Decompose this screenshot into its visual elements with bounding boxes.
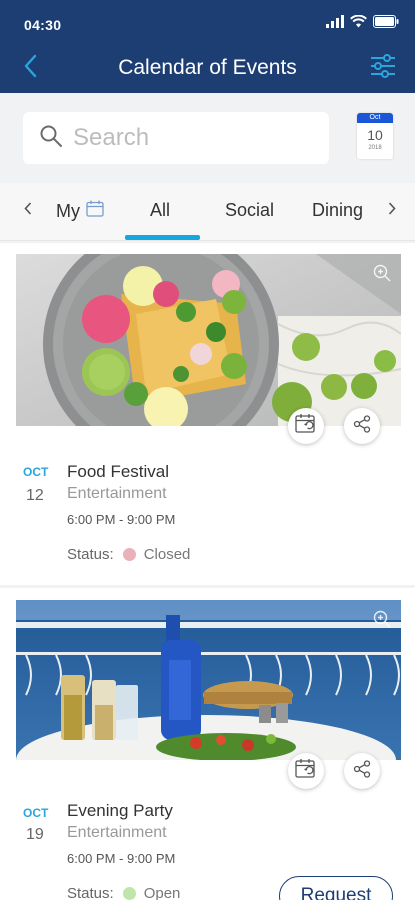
chevron-right-icon (388, 202, 396, 220)
zoom-icon[interactable] (373, 610, 391, 633)
page-title: Calendar of Events (118, 56, 297, 79)
battery-icon (373, 15, 399, 33)
calendar-icon (86, 200, 104, 222)
search-row: Search Oct 10 2018 (0, 93, 415, 183)
tab-label: Dining (312, 200, 364, 220)
calendar-badge-month: Oct (357, 113, 393, 123)
tabs-scroll-right-button[interactable] (382, 201, 402, 221)
event-title[interactable]: Evening Party (67, 801, 173, 821)
calendar-badge-year: 2018 (368, 145, 382, 151)
navigation-bar: Calendar of Events (0, 44, 415, 92)
system-icons (326, 14, 399, 33)
event-time: 6:00 PM - 9:00 PM (67, 851, 176, 866)
tab-label: All (150, 200, 171, 220)
event-image (16, 600, 401, 760)
event-status: Status: Open (67, 885, 180, 900)
tab-label: Social (225, 200, 275, 220)
share-icon (353, 759, 371, 783)
status-dot (122, 887, 136, 900)
filter-button[interactable] (367, 52, 399, 84)
add-to-calendar-button[interactable] (288, 408, 324, 444)
event-date-month: OCT (23, 806, 49, 820)
status-dot (122, 548, 136, 561)
calendar-sync-icon (295, 758, 317, 784)
tabs-scroll-left-button[interactable] (18, 201, 38, 221)
tab-all[interactable]: All (150, 200, 170, 221)
status-label: Status: (67, 546, 114, 563)
status-time: 04:30 (24, 17, 62, 33)
sliders-icon (370, 53, 396, 83)
share-button[interactable] (344, 753, 380, 789)
event-category: Entertainment (67, 485, 167, 502)
event-date-day: 19 (26, 826, 44, 843)
event-status: Status: Closed (67, 546, 190, 563)
search-placeholder: Search (73, 124, 150, 151)
calendar-sync-icon (295, 413, 317, 439)
search-icon (39, 124, 63, 153)
search-input[interactable]: Search (23, 112, 329, 164)
event-date-month: OCT (23, 465, 49, 479)
category-tabs: My All Social Dining (0, 183, 415, 241)
request-button[interactable]: Request (279, 876, 393, 900)
wifi-icon (350, 14, 367, 33)
event-card[interactable]: OCT 12 Food Festival Entertainment 6:00 … (0, 243, 415, 585)
event-image (16, 254, 401, 426)
status-value: Closed (143, 546, 191, 563)
date-picker-button[interactable]: Oct 10 2018 (357, 113, 393, 159)
tab-social[interactable]: Social (225, 200, 274, 221)
zoom-icon[interactable] (373, 264, 391, 287)
event-card[interactable]: OCT 19 Evening Party Entertainment 6:00 … (0, 588, 415, 900)
status-bar: 04:30 (0, 0, 415, 40)
event-time: 6:00 PM - 9:00 PM (67, 512, 176, 527)
tab-my[interactable]: My (56, 200, 104, 222)
event-title[interactable]: Food Festival (67, 462, 169, 482)
share-icon (353, 414, 371, 438)
tab-label: My (56, 200, 80, 221)
tab-dining[interactable]: Dining (312, 200, 363, 221)
add-to-calendar-button[interactable] (288, 753, 324, 789)
event-category: Entertainment (67, 824, 167, 841)
chevron-left-icon (24, 202, 32, 220)
signal-icon (326, 15, 344, 33)
calendar-badge-day: 10 (367, 127, 383, 143)
active-tab-indicator (125, 235, 200, 240)
app-header: 04:30 Calendar of Events (0, 0, 415, 93)
event-date-day: 12 (26, 487, 44, 504)
share-button[interactable] (344, 408, 380, 444)
status-label: Status: (67, 885, 114, 900)
app-screen: 04:30 Calendar of Events Search Oct 10 2… (0, 0, 415, 900)
status-value: Open (143, 885, 181, 900)
